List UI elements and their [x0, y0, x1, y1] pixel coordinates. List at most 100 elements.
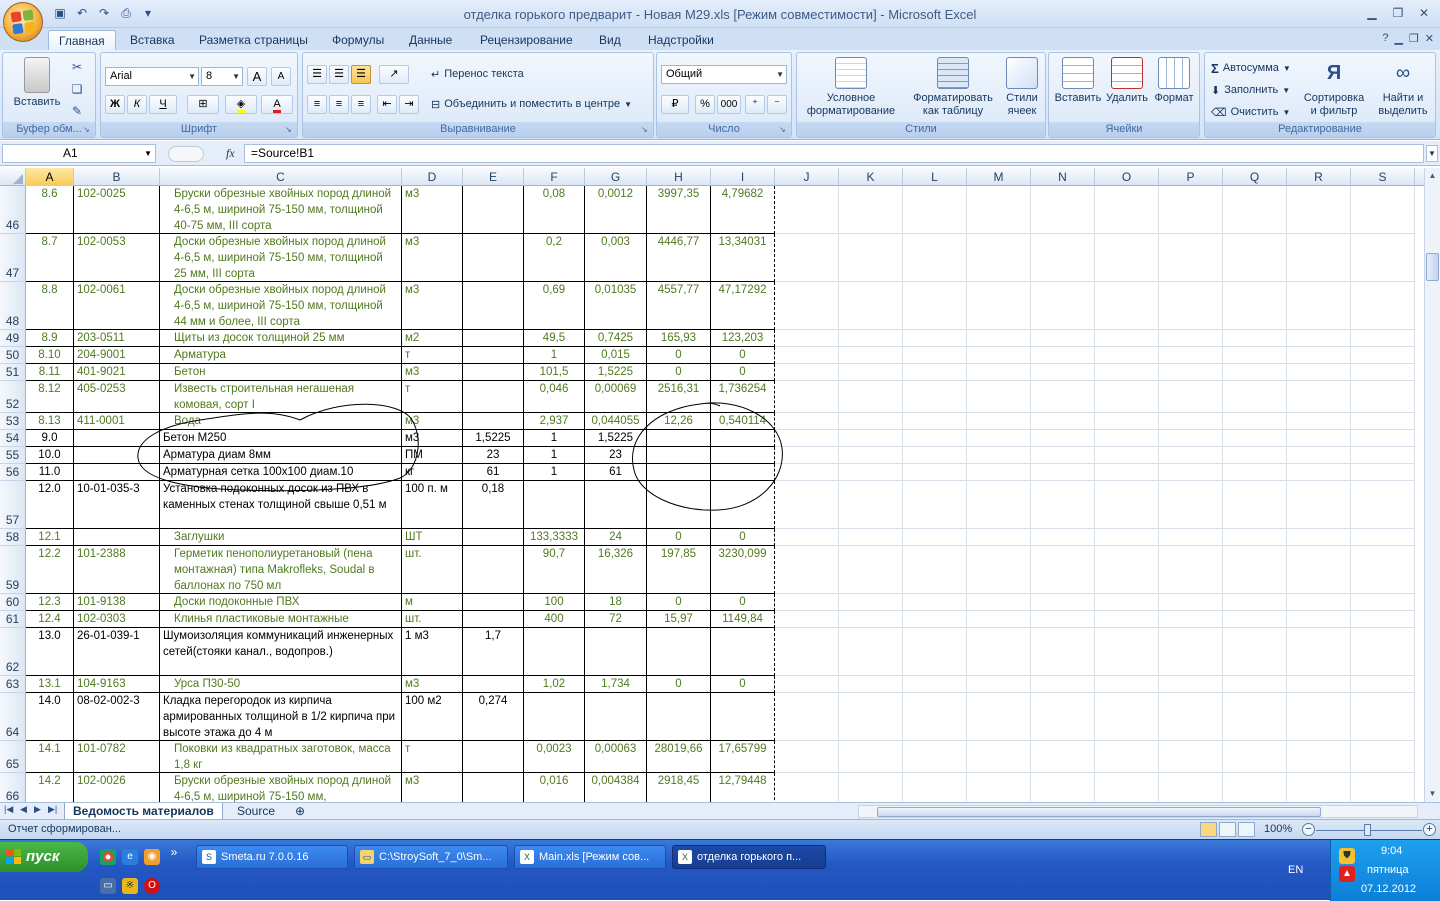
- cell-g[interactable]: 1,734: [585, 676, 647, 693]
- cell-s[interactable]: [1351, 693, 1415, 741]
- cell-c[interactable]: Бруски обрезные хвойных пород длиной 4-6…: [160, 773, 402, 802]
- cell-l[interactable]: [903, 676, 967, 693]
- cell-g[interactable]: [585, 628, 647, 676]
- cell-k[interactable]: [839, 381, 903, 413]
- cell-s[interactable]: [1351, 676, 1415, 693]
- cell-i[interactable]: 47,17292: [711, 282, 775, 330]
- vertical-scroll-thumb[interactable]: [1426, 253, 1439, 281]
- cell-r[interactable]: [1287, 594, 1351, 611]
- cell-f[interactable]: 100: [524, 594, 585, 611]
- cell-l[interactable]: [903, 364, 967, 381]
- horizontal-scrollbar[interactable]: [858, 805, 1418, 818]
- cell-n[interactable]: [1031, 546, 1095, 594]
- cell-h[interactable]: 2516,31: [647, 381, 711, 413]
- cell-o[interactable]: [1095, 381, 1159, 413]
- cell-d[interactable]: м3: [402, 773, 463, 802]
- currency-button[interactable]: ₽: [661, 95, 689, 114]
- cell-m[interactable]: [967, 330, 1031, 347]
- cell-g[interactable]: 0,0012: [585, 186, 647, 234]
- cell-k[interactable]: [839, 330, 903, 347]
- cell-a[interactable]: 12.3: [26, 594, 74, 611]
- cell-b[interactable]: [74, 529, 160, 546]
- column-header-i[interactable]: I: [711, 168, 775, 186]
- zoom-in-icon[interactable]: +: [1423, 823, 1436, 836]
- cell-i[interactable]: 0,540114: [711, 413, 775, 430]
- cell-b[interactable]: 26-01-039-1: [74, 628, 160, 676]
- cell-q[interactable]: [1223, 464, 1287, 481]
- format-painter-icon[interactable]: ✎: [69, 103, 85, 119]
- cell-m[interactable]: [967, 413, 1031, 430]
- update-icon[interactable]: ▲: [1339, 866, 1355, 882]
- row-header[interactable]: 47: [0, 234, 26, 282]
- cell-c[interactable]: Известь строительная негашеная комовая, …: [160, 381, 402, 413]
- cell-c[interactable]: Установка подоконных досок из ПВХ в каме…: [160, 481, 402, 529]
- cell-e[interactable]: [463, 347, 524, 364]
- column-header-q[interactable]: Q: [1223, 168, 1287, 186]
- cell-g[interactable]: 0,003: [585, 234, 647, 282]
- cell-c[interactable]: Клинья пластиковые монтажные: [160, 611, 402, 628]
- row-header[interactable]: 59: [0, 546, 26, 594]
- cell-b[interactable]: [74, 447, 160, 464]
- cell-m[interactable]: [967, 594, 1031, 611]
- increase-decimal-button[interactable]: ⁺: [745, 95, 765, 114]
- cell-m[interactable]: [967, 741, 1031, 773]
- cell-k[interactable]: [839, 347, 903, 364]
- cell-r[interactable]: [1287, 628, 1351, 676]
- cell-d[interactable]: м3: [402, 413, 463, 430]
- cell-h[interactable]: 165,93: [647, 330, 711, 347]
- cell-l[interactable]: [903, 628, 967, 676]
- cell-h[interactable]: 12,26: [647, 413, 711, 430]
- cell-g[interactable]: 1,5225: [585, 430, 647, 447]
- cell-g[interactable]: 0,015: [585, 347, 647, 364]
- cell-styles-button[interactable]: Стили ячеек: [1001, 57, 1043, 118]
- cell-g[interactable]: 61: [585, 464, 647, 481]
- cell-a[interactable]: 11.0: [26, 464, 74, 481]
- cell-m[interactable]: [967, 628, 1031, 676]
- desktop-icon[interactable]: ▭: [100, 878, 116, 894]
- cell-k[interactable]: [839, 693, 903, 741]
- cell-e[interactable]: [463, 773, 524, 802]
- cell-j[interactable]: [775, 741, 839, 773]
- normal-view-icon[interactable]: [1200, 822, 1217, 837]
- cell-f[interactable]: 0,0023: [524, 741, 585, 773]
- cell-e[interactable]: [463, 676, 524, 693]
- row-header[interactable]: 66: [0, 773, 26, 802]
- column-header-k[interactable]: K: [839, 168, 903, 186]
- cell-h[interactable]: 197,85: [647, 546, 711, 594]
- cell-b[interactable]: 102-0026: [74, 773, 160, 802]
- cell-o[interactable]: [1095, 594, 1159, 611]
- cell-o[interactable]: [1095, 447, 1159, 464]
- align-right-button[interactable]: ≡: [351, 95, 371, 114]
- cell-g[interactable]: 72: [585, 611, 647, 628]
- insert-sheet-button[interactable]: ⊕: [287, 803, 313, 820]
- cell-q[interactable]: [1223, 529, 1287, 546]
- cell-k[interactable]: [839, 741, 903, 773]
- cell-g[interactable]: 23: [585, 447, 647, 464]
- cell-j[interactable]: [775, 430, 839, 447]
- cell-a[interactable]: 12.1: [26, 529, 74, 546]
- cell-h[interactable]: 4557,77: [647, 282, 711, 330]
- merge-center-button[interactable]: ⊟ Объединить и поместить в центре ▼: [431, 95, 632, 113]
- cell-c[interactable]: Кладка перегородок из кирпича армированн…: [160, 693, 402, 741]
- cell-r[interactable]: [1287, 546, 1351, 594]
- cell-n[interactable]: [1031, 381, 1095, 413]
- insert-cells-button[interactable]: Вставить: [1053, 57, 1103, 105]
- column-header-p[interactable]: P: [1159, 168, 1223, 186]
- cell-f[interactable]: 49,5: [524, 330, 585, 347]
- cell-m[interactable]: [967, 546, 1031, 594]
- cell-s[interactable]: [1351, 546, 1415, 594]
- cell-d[interactable]: шт.: [402, 611, 463, 628]
- taskbar-folder[interactable]: ▭ C:\StroySoft_7_0\Sm...: [354, 845, 508, 869]
- cell-l[interactable]: [903, 464, 967, 481]
- cell-s[interactable]: [1351, 773, 1415, 802]
- cell-m[interactable]: [967, 529, 1031, 546]
- cell-p[interactable]: [1159, 611, 1223, 628]
- cell-i[interactable]: 0: [711, 594, 775, 611]
- borders-button[interactable]: ⊞: [187, 95, 219, 114]
- cell-b[interactable]: [74, 430, 160, 447]
- cell-l[interactable]: [903, 430, 967, 447]
- fill-button[interactable]: ⬇ Заполнить ▼: [1211, 81, 1290, 99]
- conditional-formatting-button[interactable]: Условное форматирование: [803, 57, 899, 118]
- cell-b[interactable]: 405-0253: [74, 381, 160, 413]
- cell-q[interactable]: [1223, 594, 1287, 611]
